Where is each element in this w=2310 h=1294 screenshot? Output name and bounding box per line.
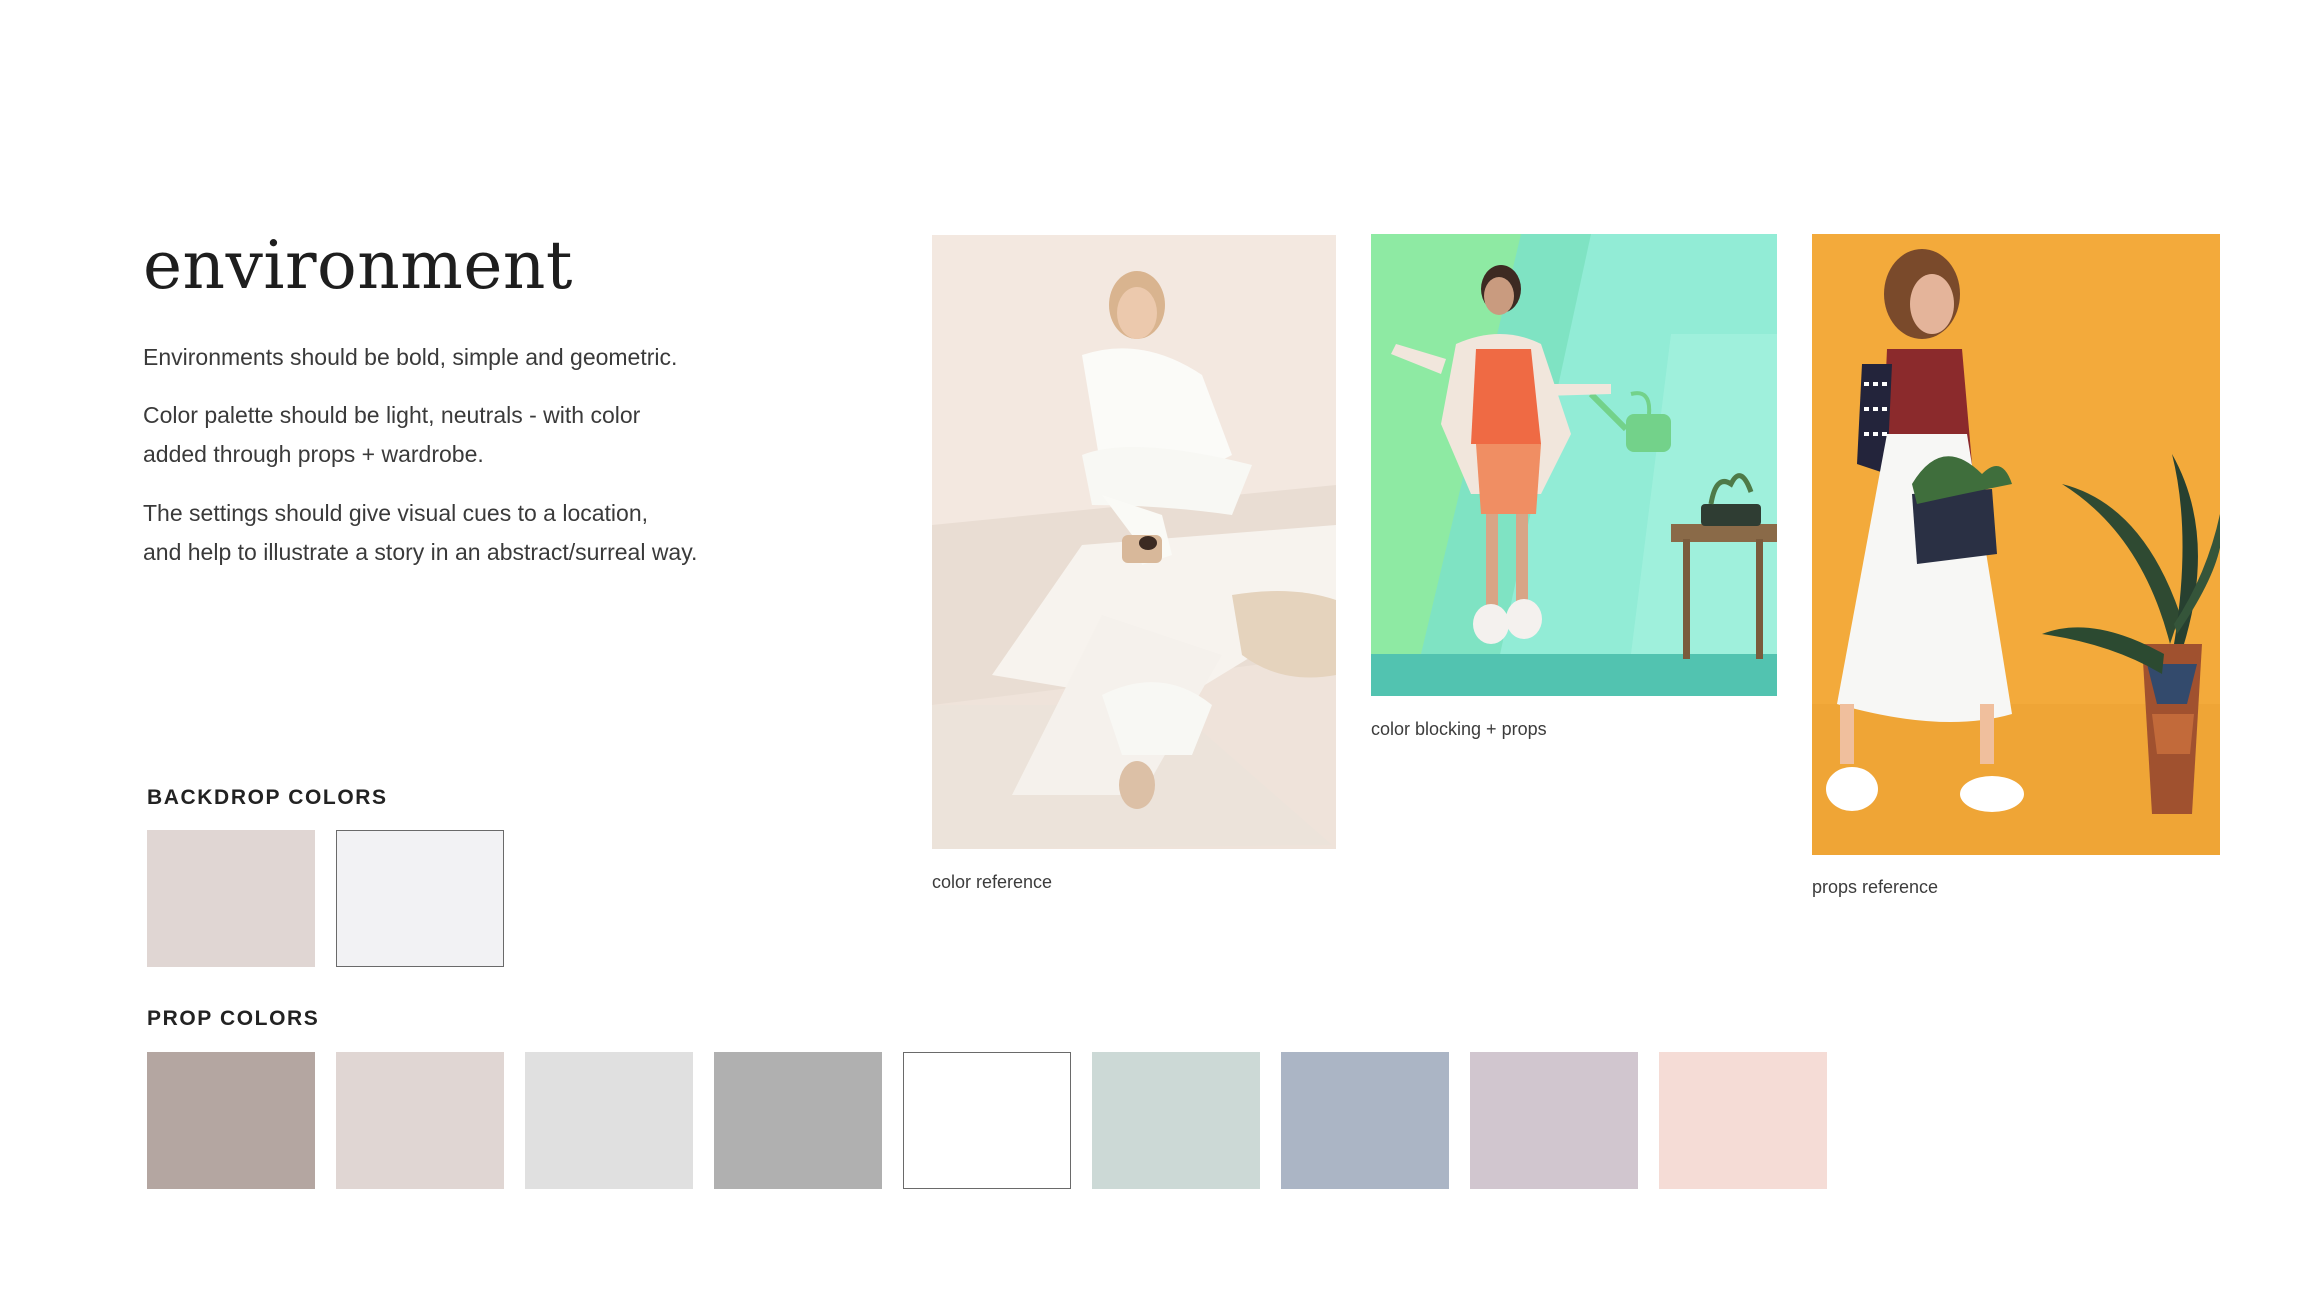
photo-caption: color reference xyxy=(932,872,1053,892)
color-blocking-photo xyxy=(1371,234,1777,696)
props-reference-photo xyxy=(1812,234,2220,855)
backdrop-swatch-row xyxy=(147,830,504,967)
backdrop-color-swatch xyxy=(147,830,315,967)
photo-caption: props reference xyxy=(1812,877,1939,897)
page-title: environment xyxy=(143,227,573,304)
prop-color-swatch xyxy=(1659,1052,1827,1189)
color-reference-photo xyxy=(932,235,1336,849)
prop-color-swatch xyxy=(1470,1052,1638,1189)
prop-color-swatch xyxy=(714,1052,882,1189)
photo-model-orange-backdrop-plants-icon xyxy=(1812,234,2220,855)
prop-colors-heading: PROP COLORS xyxy=(147,1007,320,1030)
backdrop-color-swatch xyxy=(336,830,504,967)
description-paragraph: The settings should give visual cues to … xyxy=(143,500,698,565)
prop-swatch-row xyxy=(147,1052,1827,1189)
description-paragraph: Color palette should be light, neutrals … xyxy=(143,402,641,467)
prop-color-swatch xyxy=(1092,1052,1260,1189)
prop-color-swatch xyxy=(903,1052,1071,1189)
photo-model-white-outfit-mirror-icon xyxy=(932,235,1336,849)
prop-color-swatch xyxy=(525,1052,693,1189)
photo-model-mint-backdrop-watering-can-icon xyxy=(1371,234,1777,696)
prop-color-swatch xyxy=(336,1052,504,1189)
prop-color-swatch xyxy=(1281,1052,1449,1189)
description-paragraph: Environments should be bold, simple and … xyxy=(143,344,678,370)
photo-caption: color blocking + props xyxy=(1371,719,1547,739)
prop-color-swatch xyxy=(147,1052,315,1189)
backdrop-colors-heading: BACKDROP COLORS xyxy=(147,786,388,809)
